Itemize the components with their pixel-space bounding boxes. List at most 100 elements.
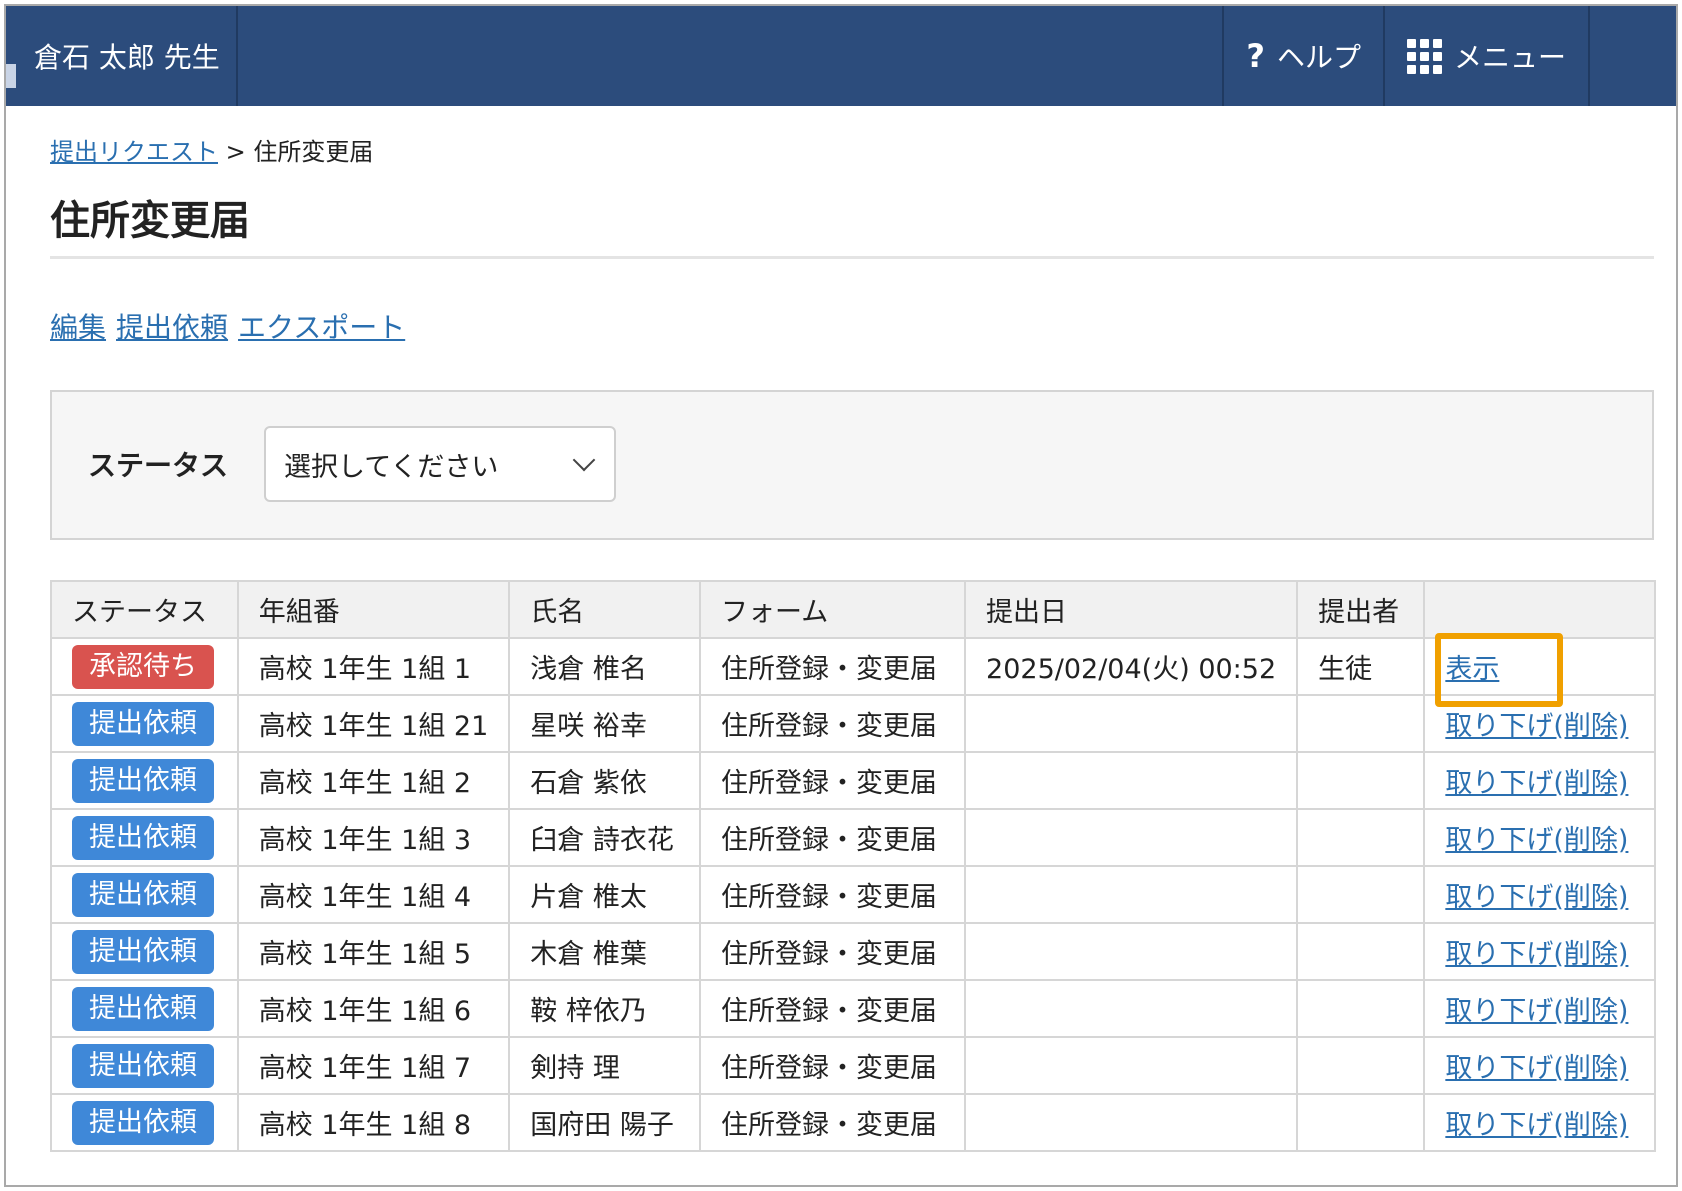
action-cell: 取り下げ(削除): [1423, 751, 1656, 810]
withdraw-link[interactable]: 取り下げ(削除): [1445, 825, 1628, 856]
status-cell: 提出依頼: [50, 808, 239, 867]
status-cell: 提出依頼: [50, 751, 239, 810]
status-badge: 提出依頼: [72, 986, 214, 1031]
status-cell: 提出依頼: [50, 865, 239, 924]
table-row: 提出依頼 高校 1年生 1組 4 片倉 椎太 住所登録・変更届 取り下げ(削除): [50, 865, 1656, 924]
status-badge: 提出依頼: [72, 758, 214, 803]
form-cell: 住所登録・変更届: [699, 808, 967, 867]
table-header-row: ステータス 年組番 氏名 フォーム 提出日 提出者: [50, 580, 1656, 639]
withdraw-link[interactable]: 取り下げ(削除): [1445, 711, 1628, 742]
date-cell: [964, 865, 1299, 924]
action-cell: 取り下げ(削除): [1423, 1093, 1656, 1152]
form-cell: 住所登録・変更届: [699, 922, 967, 981]
withdraw-link[interactable]: 取り下げ(削除): [1445, 939, 1628, 970]
status-select-value: 選択してください: [284, 451, 499, 483]
name-cell: 鞍 梓依乃: [508, 979, 702, 1038]
submit-request-link[interactable]: 提出依頼: [116, 306, 228, 346]
withdraw-link[interactable]: 取り下げ(削除): [1445, 1053, 1628, 1084]
page-title: 住所変更届: [50, 198, 250, 244]
submitter-cell: [1296, 1036, 1426, 1095]
breadcrumb-separator: >: [225, 138, 246, 166]
class-cell: 高校 1年生 1組 21: [236, 694, 511, 753]
withdraw-link[interactable]: 取り下げ(削除): [1445, 996, 1628, 1027]
breadcrumb-current: 住所変更届: [253, 138, 374, 166]
status-filter-label: ステータス: [88, 449, 229, 482]
class-cell: 高校 1年生 1組 5: [236, 922, 511, 981]
withdraw-link[interactable]: 取り下げ(削除): [1445, 1110, 1628, 1141]
status-badge: 提出依頼: [72, 1043, 214, 1088]
withdraw-link[interactable]: 取り下げ(削除): [1445, 882, 1628, 913]
status-badge: 提出依頼: [72, 815, 214, 860]
submitter-cell: [1296, 865, 1426, 924]
question-icon: ?: [1246, 37, 1265, 75]
name-cell: 片倉 椎太: [508, 865, 702, 924]
status-cell: 提出依頼: [50, 694, 239, 753]
header-date: 提出日: [964, 580, 1299, 639]
class-cell: 高校 1年生 1組 3: [236, 808, 511, 867]
date-cell: [964, 1093, 1299, 1152]
header-status: ステータス: [50, 580, 239, 639]
action-cell: 取り下げ(削除): [1423, 865, 1656, 924]
action-cell: 取り下げ(削除): [1423, 808, 1656, 867]
help-button[interactable]: ? ヘルプ: [1222, 6, 1383, 106]
menu-button[interactable]: メニュー: [1382, 6, 1590, 106]
date-cell: [964, 808, 1299, 867]
submitter-cell: [1296, 1093, 1426, 1152]
export-link[interactable]: エクスポート: [238, 306, 405, 346]
withdraw-link[interactable]: 取り下げ(削除): [1445, 768, 1628, 799]
filter-panel: ステータス 選択してください: [50, 390, 1654, 540]
table-row: 提出依頼 高校 1年生 1組 7 剣持 理 住所登録・変更届 取り下げ(削除): [50, 1036, 1656, 1095]
grid-icon: [1406, 38, 1442, 74]
action-links: 編集 提出依頼 エクスポート: [50, 306, 405, 346]
action-cell: 表示: [1423, 633, 1656, 707]
submissions-table: ステータス 年組番 氏名 フォーム 提出日 提出者 承認待ち 高校 1年生 1組…: [50, 580, 1656, 1152]
highlight-box: [1435, 633, 1564, 707]
page-frame: 倉石 太郎 先生 ? ヘルプ メニュー 提出リクエスト > 住所変更届 住所変更…: [4, 4, 1678, 1187]
action-cell: 取り下げ(削除): [1423, 922, 1656, 981]
class-cell: 高校 1年生 1組 6: [236, 979, 511, 1038]
status-cell: 提出依頼: [50, 922, 239, 981]
top-nav: ? ヘルプ メニュー: [1222, 6, 1590, 106]
submitter-cell: [1296, 751, 1426, 810]
action-cell: 取り下げ(削除): [1423, 979, 1656, 1038]
class-cell: 高校 1年生 1組 1: [236, 637, 511, 696]
breadcrumb-parent-link[interactable]: 提出リクエスト: [50, 138, 218, 166]
class-cell: 高校 1年生 1組 7: [236, 1036, 511, 1095]
name-cell: 星咲 裕幸: [508, 694, 702, 753]
chevron-down-icon: [572, 448, 596, 472]
status-badge: 提出依頼: [72, 872, 214, 917]
status-badge: 承認待ち: [72, 644, 214, 689]
class-cell: 高校 1年生 1組 4: [236, 865, 511, 924]
form-cell: 住所登録・変更届: [699, 979, 967, 1038]
title-divider: [50, 256, 1654, 259]
date-cell: [964, 694, 1299, 753]
submitter-cell: 生徒: [1296, 637, 1426, 696]
status-badge: 提出依頼: [72, 929, 214, 974]
header-name: 氏名: [508, 580, 702, 639]
top-bar: 倉石 太郎 先生 ? ヘルプ メニュー: [6, 6, 1676, 106]
header-action: [1423, 580, 1656, 639]
class-cell: 高校 1年生 1組 2: [236, 751, 511, 810]
name-cell: 石倉 紫依: [508, 751, 702, 810]
submitter-cell: [1296, 808, 1426, 867]
name-cell: 木倉 椎葉: [508, 922, 702, 981]
form-cell: 住所登録・変更届: [699, 865, 967, 924]
table-row: 提出依頼 高校 1年生 1組 8 国府田 陽子 住所登録・変更届 取り下げ(削除…: [50, 1093, 1656, 1152]
status-select[interactable]: 選択してください: [264, 426, 616, 502]
name-cell: 剣持 理: [508, 1036, 702, 1095]
table-row: 提出依頼 高校 1年生 1組 3 臼倉 詩衣花 住所登録・変更届 取り下げ(削除…: [50, 808, 1656, 867]
date-cell: [964, 922, 1299, 981]
user-name[interactable]: 倉石 太郎 先生: [6, 6, 238, 106]
table-row: 承認待ち 高校 1年生 1組 1 浅倉 椎名 住所登録・変更届 2025/02/…: [50, 633, 1656, 707]
status-badge: 提出依頼: [72, 1100, 214, 1145]
status-cell: 提出依頼: [50, 1093, 239, 1152]
name-cell: 浅倉 椎名: [508, 637, 702, 696]
edit-link[interactable]: 編集: [50, 306, 106, 346]
header-submitter: 提出者: [1296, 580, 1426, 639]
date-cell: 2025/02/04(火) 00:52: [964, 637, 1299, 696]
form-cell: 住所登録・変更届: [699, 1093, 967, 1152]
submitter-cell: [1296, 979, 1426, 1038]
table-row: 提出依頼 高校 1年生 1組 5 木倉 椎葉 住所登録・変更届 取り下げ(削除): [50, 922, 1656, 981]
name-cell: 国府田 陽子: [508, 1093, 702, 1152]
class-cell: 高校 1年生 1組 8: [236, 1093, 511, 1152]
